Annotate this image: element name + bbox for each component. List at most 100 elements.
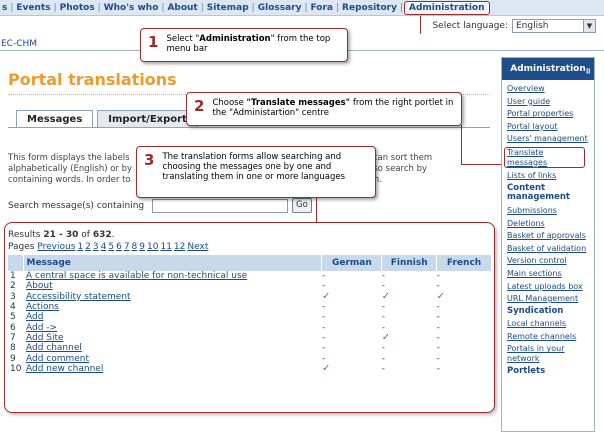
portlet-link-translate-messages[interactable]: Translate messages [504, 146, 585, 169]
portlet-link-remote-channels[interactable]: Remote channels [507, 332, 594, 342]
portlet-link-overview[interactable]: Overview [507, 84, 594, 94]
message-link[interactable]: Add channel [26, 343, 82, 353]
message-link[interactable]: Add comment [26, 354, 89, 364]
finnish-cell: - [382, 343, 437, 353]
checkmark-icon: ✓ [436, 290, 446, 302]
german-cell: ✓ [322, 363, 382, 374]
message-link[interactable]: A central space is available for non-tec… [26, 271, 247, 281]
portlet-menu: Overview User guide Portal properties Porta… [502, 80, 594, 376]
cell-value: 2 [10, 281, 16, 292]
pager-label: Pages [8, 242, 35, 252]
language-select[interactable]: English ▼ [512, 19, 596, 33]
callout2-number: 2 [194, 97, 205, 115]
callout-step3: 3 The translation forms allow searching … [136, 146, 376, 198]
cell-value: - [436, 322, 440, 333]
cell-value: - [321, 322, 326, 333]
cell-value: - [436, 332, 440, 343]
col-message-header[interactable]: Message [23, 255, 323, 271]
pager-page-link[interactable]: 4 [101, 242, 107, 252]
pager-page-link[interactable]: 9 [139, 242, 145, 252]
chevron-down-icon[interactable]: ▼ [583, 20, 595, 32]
pager-page-link[interactable]: 10 [147, 242, 158, 252]
german-cell: ✓ [322, 291, 382, 302]
portlet-link-basket-of-validation[interactable]: Basket of validation [507, 244, 594, 254]
cell-value: - [381, 343, 386, 354]
cell-value: 3 [10, 291, 16, 302]
message-cell: Add new channel [24, 364, 322, 374]
breadcrumb[interactable]: EC-CHM [0, 39, 37, 49]
portlet-link-local-channels[interactable]: Local channels [507, 319, 594, 329]
finnish-cell: - [382, 312, 437, 322]
pager-page-link[interactable]: 2 [85, 242, 91, 252]
pager-page-link[interactable]: 5 [108, 242, 114, 252]
portlet-link-deletions[interactable]: Deletions [507, 219, 594, 229]
finnish-cell: - [381, 353, 437, 364]
german-cell: - [322, 302, 382, 312]
table-row: 8 Add channel - - - [8, 343, 492, 353]
checkmark-icon: ✓ [381, 290, 391, 302]
portlet-link-url-management[interactable]: URL Management [507, 294, 594, 304]
checkmark-icon: ✓ [381, 331, 391, 343]
language-selector-row: Select language: English ▼ [432, 17, 596, 35]
german-cell: - [322, 343, 382, 353]
tab-messages[interactable]: Messages [16, 110, 94, 128]
french-cell: - [437, 302, 492, 312]
portlet-link-portal-layout[interactable]: Portal layout [507, 122, 594, 132]
portlet-link-version-control[interactable]: Version control [507, 256, 594, 266]
nav-item-sitemap[interactable]: Sitemap [205, 0, 251, 15]
cell-value: - [436, 312, 440, 323]
portlet-link-basket-of-approvals[interactable]: Basket of approvals [507, 231, 594, 241]
cell-value: 8 [10, 343, 16, 354]
nav-item-fora[interactable]: Fora [309, 0, 335, 15]
cell-value: - [381, 353, 386, 364]
pager-page-link[interactable]: 12 [174, 242, 185, 252]
nav-item-glossary[interactable]: Glossary [256, 0, 304, 15]
portlet-link-portal-properties[interactable]: Portal properties [507, 109, 594, 119]
finnish-cell: - [382, 364, 437, 374]
tab-bar: Messages Import/Export [16, 110, 202, 128]
row-number: 3 [8, 292, 24, 302]
message-link[interactable]: Accessibility statement [26, 292, 131, 302]
pager-page-link[interactable]: 7 [124, 242, 130, 252]
portlet-link-user-guide[interactable]: User guide [507, 97, 594, 107]
col-finnish-header[interactable]: Finnish [381, 255, 438, 271]
pager-page-link[interactable]: 3 [93, 242, 99, 252]
go-button[interactable]: Go [292, 198, 312, 213]
message-link[interactable]: Add [26, 312, 43, 322]
portlet-link-lists-of-links[interactable]: Lists of links [507, 171, 594, 181]
nav-item-events[interactable]: Events [14, 0, 52, 15]
portlet-link-users-management[interactable]: Users' management [507, 134, 594, 144]
nav-item-about[interactable]: About [165, 0, 199, 15]
search-input[interactable] [152, 198, 288, 213]
nav-item-who-s-who[interactable]: Who's who [102, 0, 161, 15]
table-row: 7 Add Site - ✓ - [8, 331, 492, 343]
nav-item-partial[interactable]: s [0, 0, 9, 15]
top-menu-bar: s | Events | Photos | Who's who | About | Sitemap |… [0, 0, 604, 16]
message-cell: Add comment [24, 353, 322, 364]
col-german-header[interactable]: German [321, 255, 383, 271]
message-link[interactable]: Actions [26, 302, 59, 312]
portlet-section-portlets: Portlets [507, 365, 546, 376]
nav-item-repository[interactable]: Repository [340, 0, 399, 15]
portlet-link-main-sections[interactable]: Main sections [507, 269, 594, 279]
pager-page-link[interactable]: 8 [132, 242, 138, 252]
pager-page-link[interactable]: 1 [77, 242, 83, 252]
portlet-link-latest-uploads-box[interactable]: Latest uploads box [507, 282, 594, 292]
message-link[interactable]: Add Site [26, 333, 64, 343]
pager-previous-link[interactable]: Previous [37, 242, 75, 252]
row-number: 10 [8, 364, 24, 374]
tab-import-export[interactable]: Import/Export [97, 110, 198, 128]
portlet-link-submissions[interactable]: Submissions [507, 206, 594, 216]
pager-page-link[interactable]: 6 [116, 242, 122, 252]
message-link[interactable]: Add -> [26, 323, 57, 333]
col-french-header[interactable]: French [436, 255, 492, 271]
message-link[interactable]: Add new channel [26, 364, 103, 374]
nav-item-administration[interactable]: Administration [404, 1, 490, 15]
pager-page-link[interactable]: 11 [160, 242, 171, 252]
portlet-link-portals-in-your-network[interactable]: Portals in your network [507, 344, 594, 363]
message-link[interactable]: About [26, 281, 53, 291]
row-number: 9 [8, 353, 24, 364]
pager-next-link[interactable]: Next [187, 242, 208, 252]
french-cell: - [437, 333, 492, 343]
nav-item-photos[interactable]: Photos [58, 0, 97, 15]
